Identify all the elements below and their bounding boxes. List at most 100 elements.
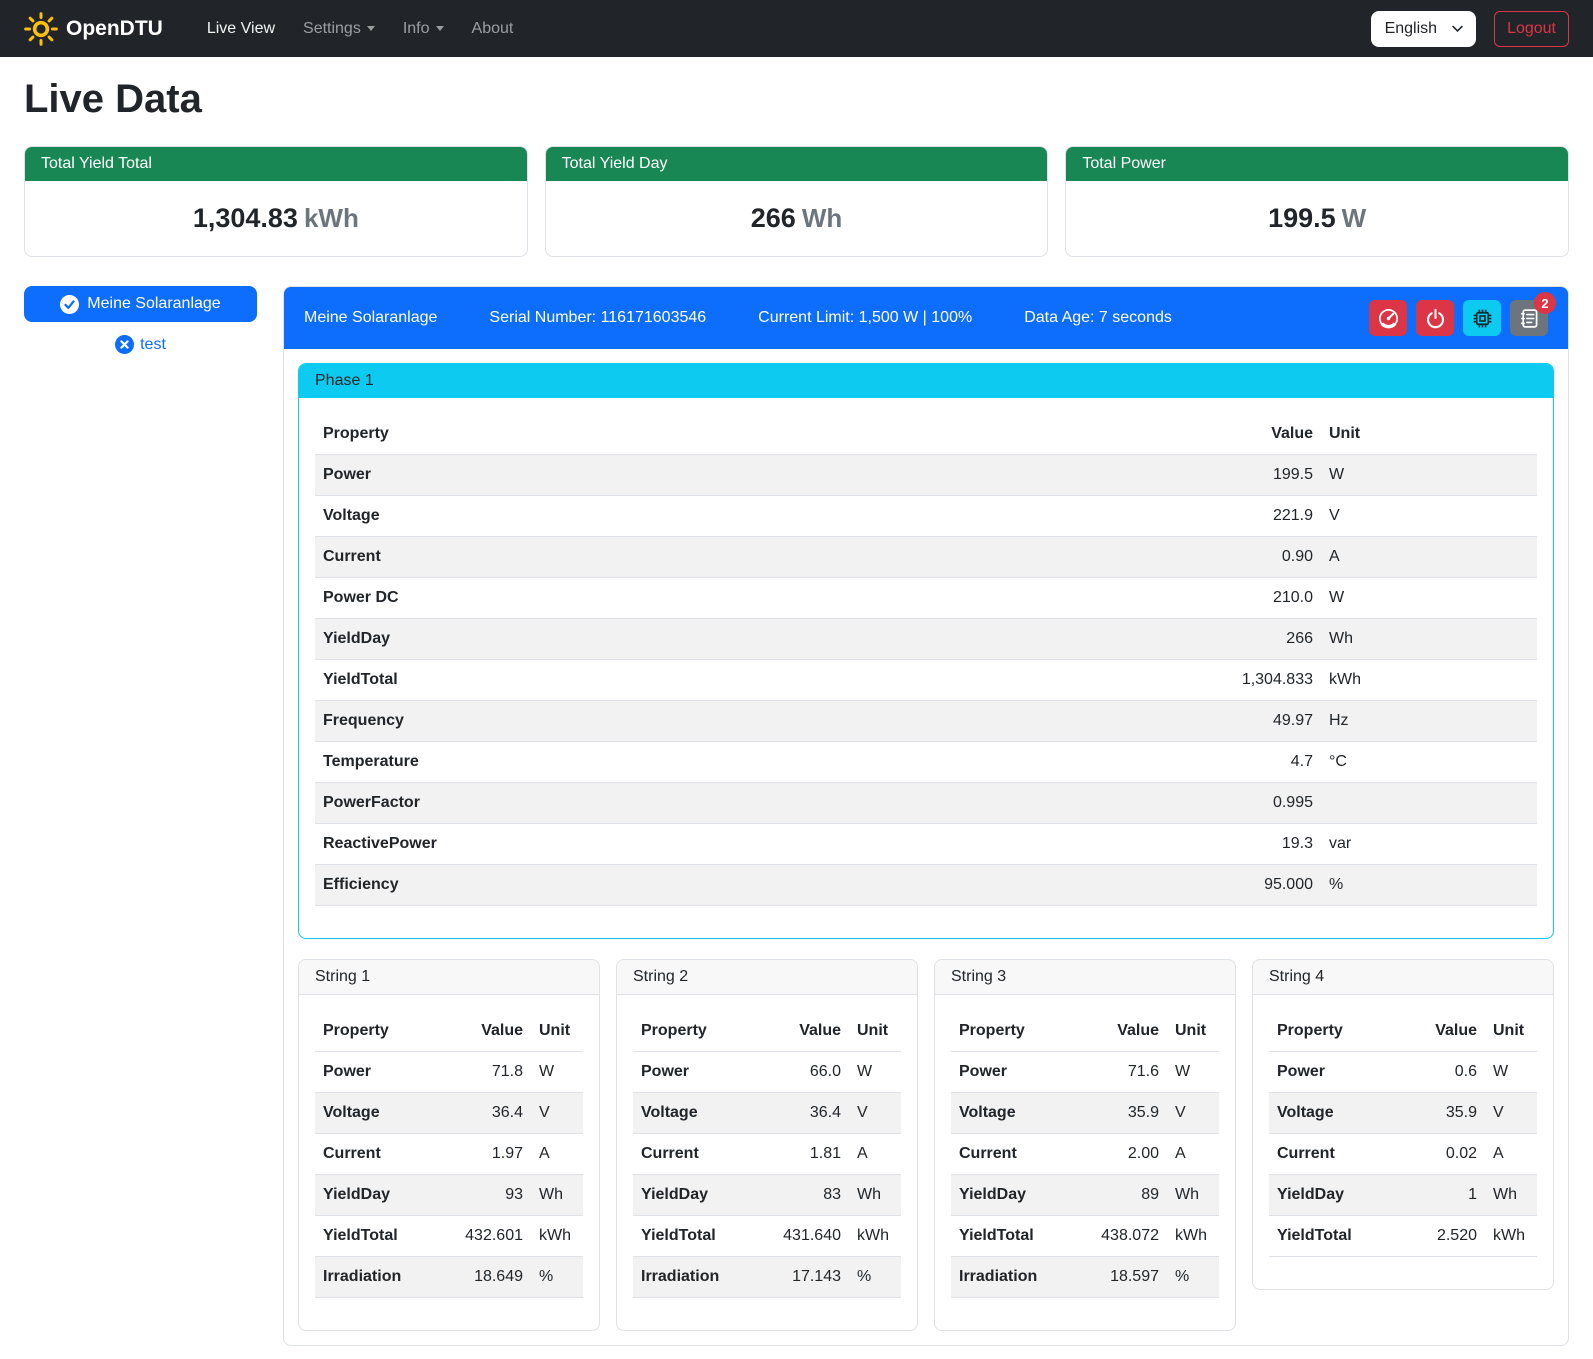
cell-property: Voltage	[315, 496, 1211, 537]
cell-unit: Wh	[1485, 1175, 1537, 1216]
cell-value: 1.81	[761, 1134, 849, 1175]
table-header-row: Property Value Unit	[633, 1011, 901, 1052]
table-row: Voltage35.9V	[951, 1093, 1219, 1134]
event-count-badge: 2	[1534, 292, 1556, 314]
cell-property: YieldTotal	[315, 1216, 443, 1257]
string-table-1: Property Value Unit Power71.8WVoltage36.…	[315, 1011, 583, 1298]
table-row: YieldDay89Wh	[951, 1175, 1219, 1216]
table-row: Irradiation18.649%	[315, 1257, 583, 1298]
cell-value: 432.601	[443, 1216, 531, 1257]
cell-unit: °C	[1321, 742, 1537, 783]
summary-unit: W	[1342, 203, 1367, 233]
cell-value: 93	[443, 1175, 531, 1216]
inverter-item-test[interactable]: test	[24, 335, 257, 354]
nav-item-info[interactable]: Info	[391, 12, 456, 46]
table-row: Power DC210.0W	[315, 578, 1537, 619]
cell-value: 1.97	[443, 1134, 531, 1175]
cell-property: Power	[1269, 1052, 1397, 1093]
chevron-down-icon	[1451, 22, 1464, 35]
cell-unit: W	[531, 1052, 583, 1093]
cell-property: Voltage	[633, 1093, 761, 1134]
table-row: YieldTotal2.520kWh	[1269, 1216, 1537, 1257]
summary-card-total-yield-day: Total Yield Day 266Wh	[545, 146, 1049, 257]
inverter-card-header: Meine Solaranlage Serial Number: 1161716…	[284, 287, 1568, 349]
table-row: PowerFactor0.995	[315, 783, 1537, 824]
nav-item-settings[interactable]: Settings	[291, 12, 387, 46]
cell-value: 66.0	[761, 1052, 849, 1093]
cell-unit: A	[849, 1134, 901, 1175]
cell-unit: Wh	[1167, 1175, 1219, 1216]
string-card-title: String 3	[935, 960, 1235, 995]
cell-property: Voltage	[951, 1093, 1079, 1134]
table-row: YieldDay266Wh	[315, 619, 1537, 660]
summary-card-body: 266Wh	[546, 181, 1048, 256]
cell-unit: V	[531, 1093, 583, 1134]
table-row: Current1.81A	[633, 1134, 901, 1175]
cell-property: ReactivePower	[315, 824, 1211, 865]
cell-value: 2.00	[1079, 1134, 1167, 1175]
cell-value: 0.02	[1397, 1134, 1485, 1175]
table-row: Power0.6W	[1269, 1052, 1537, 1093]
summary-card-total-yield-total: Total Yield Total 1,304.83kWh	[24, 146, 528, 257]
column-header-value: Value	[1079, 1011, 1167, 1052]
table-header-row: Property Value Unit	[1269, 1011, 1537, 1052]
language-select[interactable]: English	[1371, 11, 1476, 47]
caret-down-icon	[436, 26, 444, 31]
cell-property: PowerFactor	[315, 783, 1211, 824]
cell-property: Power	[633, 1052, 761, 1093]
cell-value: 0.6	[1397, 1052, 1485, 1093]
check-circle-icon	[60, 295, 79, 314]
cell-property: Irradiation	[315, 1257, 443, 1298]
table-row: YieldTotal431.640kWh	[633, 1216, 901, 1257]
cell-value: 19.3	[1211, 824, 1321, 865]
table-row: Temperature4.7°C	[315, 742, 1537, 783]
inverter-button-selected[interactable]: Meine Solaranlage	[24, 286, 257, 322]
cell-value: 35.9	[1397, 1093, 1485, 1134]
column-header-unit: Unit	[849, 1011, 901, 1052]
summary-unit: Wh	[802, 203, 842, 233]
table-row: Frequency49.97Hz	[315, 701, 1537, 742]
x-circle-icon	[115, 335, 134, 354]
device-info-button[interactable]	[1463, 300, 1501, 336]
column-header-value: Value	[1397, 1011, 1485, 1052]
string-card-title: String 4	[1253, 960, 1553, 995]
summary-card-body: 199.5W	[1066, 181, 1568, 256]
cell-value: 49.97	[1211, 701, 1321, 742]
top-navbar: OpenDTU Live View Settings Info About En…	[0, 0, 1593, 57]
limit-settings-button[interactable]	[1369, 300, 1407, 336]
string-card-title: String 2	[617, 960, 917, 995]
logout-button[interactable]: Logout	[1494, 11, 1569, 47]
power-toggle-button[interactable]	[1416, 300, 1454, 336]
summary-value: 199.5	[1268, 203, 1336, 233]
cell-unit: A	[1485, 1134, 1537, 1175]
table-header-row: Property Value Unit	[951, 1011, 1219, 1052]
table-row: Irradiation18.597%	[951, 1257, 1219, 1298]
cell-property: YieldTotal	[315, 660, 1211, 701]
cell-property: YieldDay	[315, 1175, 443, 1216]
inverter-selector: Meine Solaranlage test	[24, 286, 257, 354]
summary-card-title: Total Power	[1066, 147, 1568, 181]
nav-item-settings-label: Settings	[303, 20, 361, 37]
table-row: Current0.02A	[1269, 1134, 1537, 1175]
cell-value: 1	[1397, 1175, 1485, 1216]
cell-property: Current	[1269, 1134, 1397, 1175]
summary-unit: kWh	[304, 203, 359, 233]
cell-property: YieldDay	[315, 619, 1211, 660]
string-card-4: String 4 Property Value Unit	[1252, 959, 1554, 1290]
string-card-1: String 1 Property Value Unit	[298, 959, 600, 1331]
cpu-icon	[1472, 308, 1493, 329]
table-row: Efficiency95.000%	[315, 865, 1537, 906]
nav-item-about[interactable]: About	[460, 12, 526, 46]
brand[interactable]: OpenDTU	[24, 12, 163, 46]
cell-unit: %	[849, 1257, 901, 1298]
nav-item-live-view[interactable]: Live View	[195, 12, 287, 46]
cell-property: Power	[315, 455, 1211, 496]
cell-value: 71.6	[1079, 1052, 1167, 1093]
cell-value: 0.90	[1211, 537, 1321, 578]
table-row: Current0.90A	[315, 537, 1537, 578]
summary-value: 1,304.83	[193, 203, 298, 233]
inverter-card: Meine Solaranlage Serial Number: 1161716…	[283, 286, 1569, 1346]
event-log-button[interactable]: 2	[1510, 300, 1548, 336]
string-table-3: Property Value Unit Power71.6WVoltage35.…	[951, 1011, 1219, 1298]
cell-unit: A	[531, 1134, 583, 1175]
